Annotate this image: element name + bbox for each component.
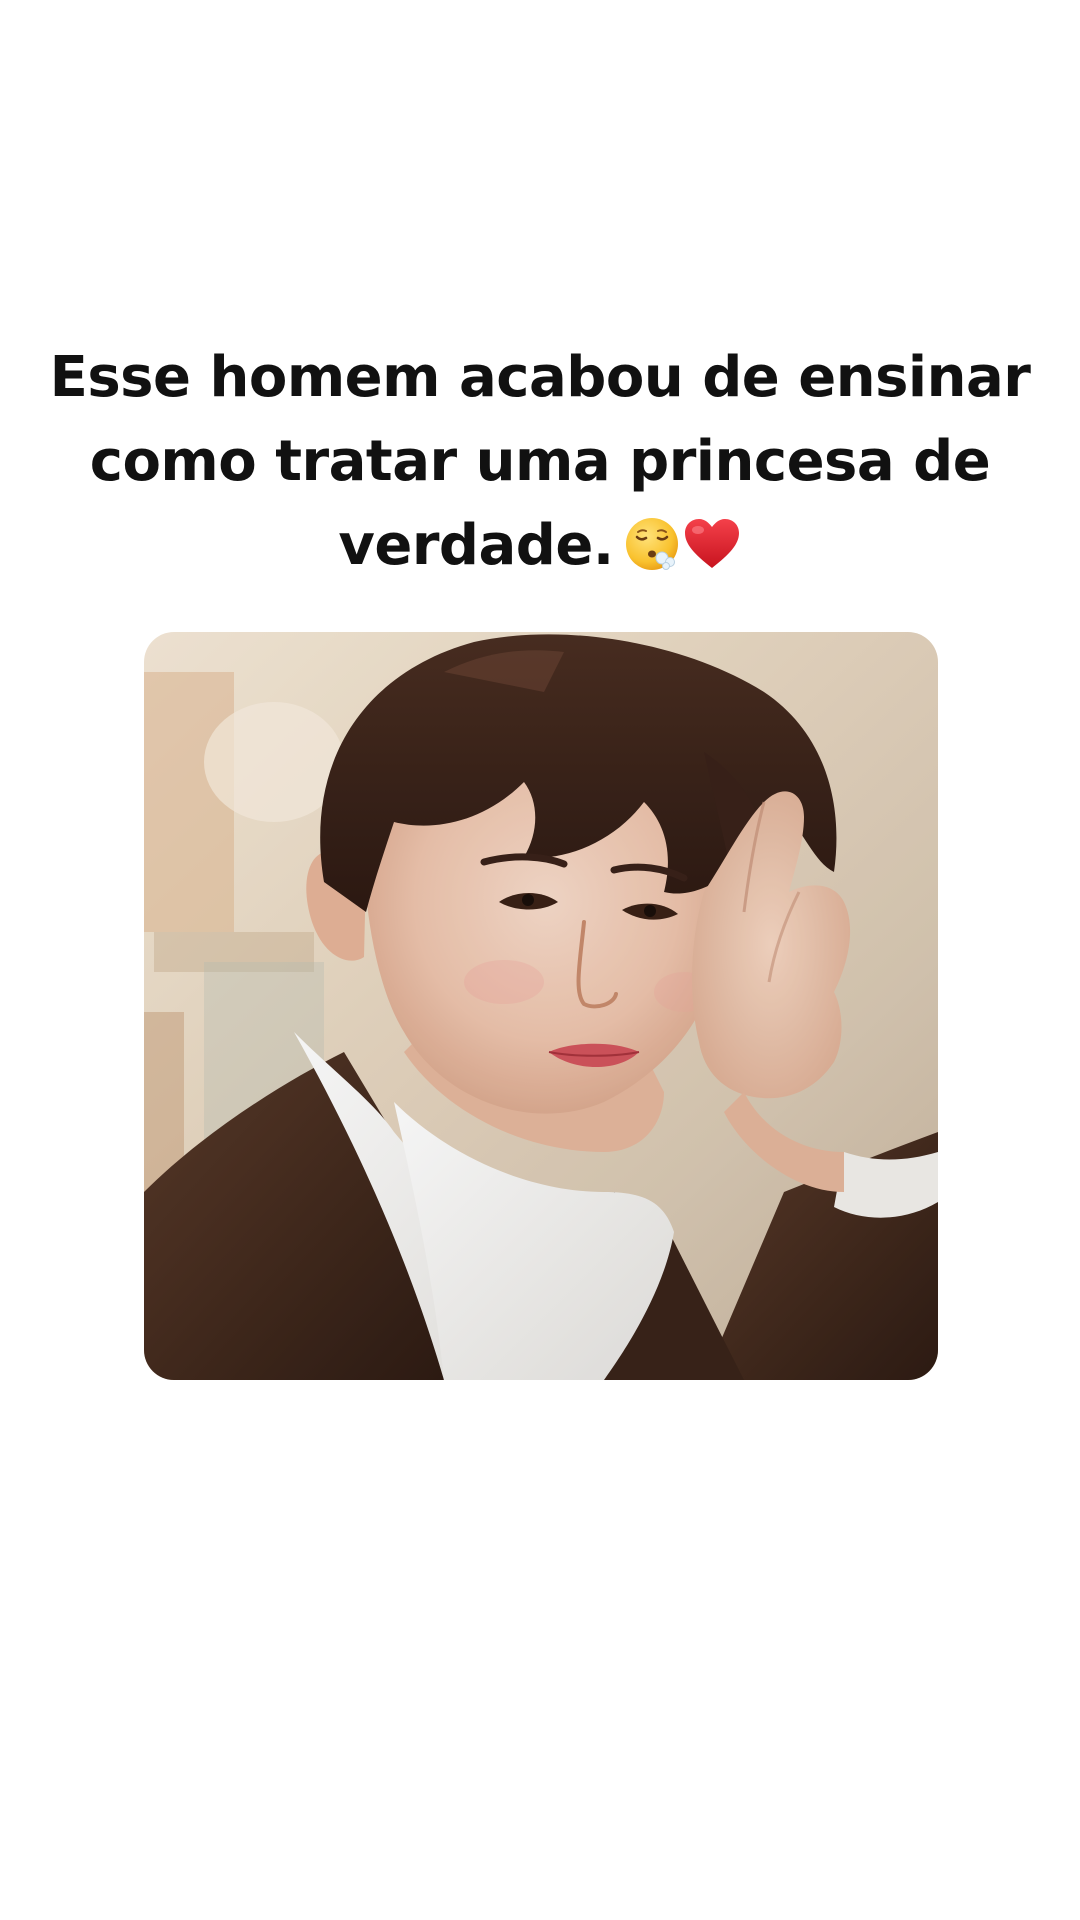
caption-line-3: verdade. <box>30 504 1050 588</box>
video-still-photo <box>144 632 938 1380</box>
face-exhaling-icon <box>625 518 678 570</box>
post-caption: Esse homem acabou de ensinar como tratar… <box>30 336 1050 588</box>
red-heart-icon <box>684 519 739 568</box>
caption-line-1: Esse homem acabou de ensinar <box>49 345 1031 410</box>
caption-line-3-text: verdade. <box>338 513 614 578</box>
caption-line-2: como tratar uma princesa de <box>89 429 991 494</box>
post-video-frame[interactable] <box>144 632 938 1380</box>
